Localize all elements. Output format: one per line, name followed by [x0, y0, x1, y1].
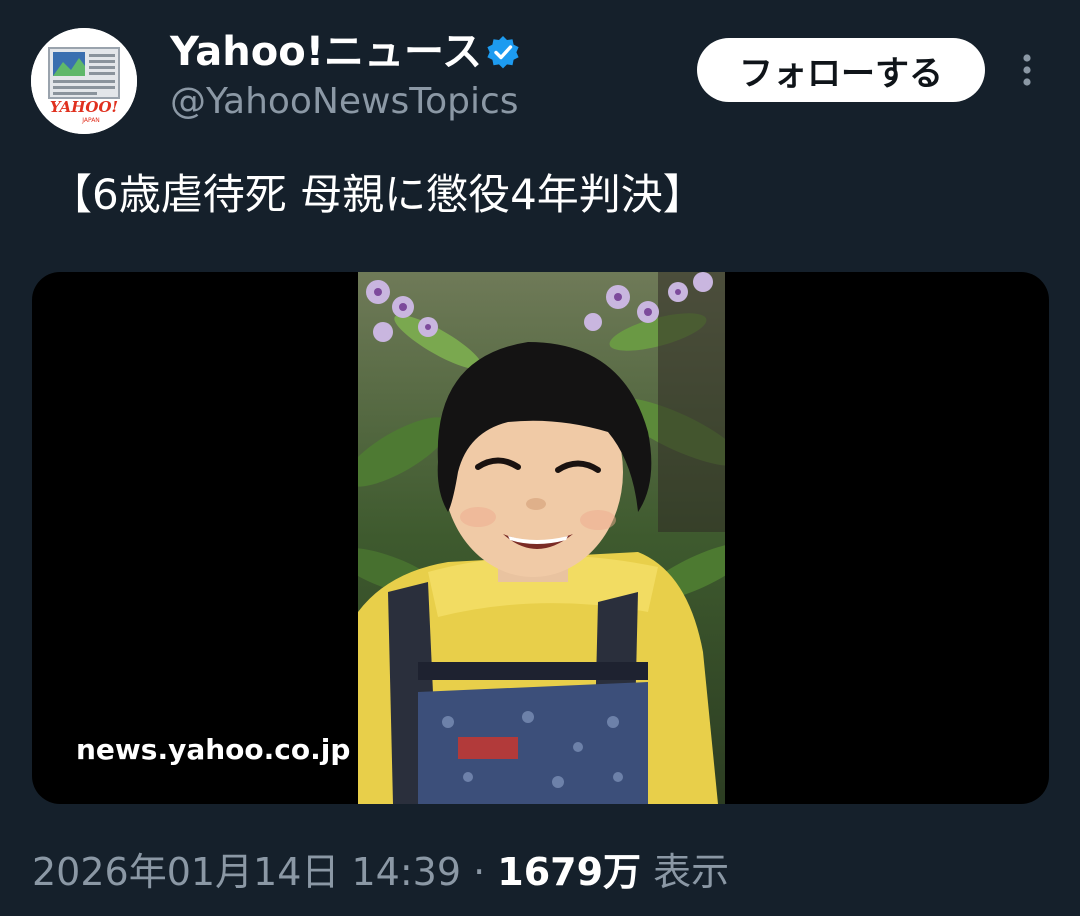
author-handle[interactable]: @YahooNewsTopics	[170, 80, 519, 124]
avatar-logo-subtext: JAPAN	[81, 117, 100, 124]
meta-separator: ·	[461, 850, 498, 894]
more-options-icon[interactable]	[1010, 50, 1044, 90]
verified-badge-icon	[484, 34, 522, 72]
author-avatar[interactable]: YAHOO! JAPAN	[31, 28, 137, 134]
views-count: 1679万	[497, 850, 642, 894]
child-photo[interactable]	[358, 272, 725, 804]
tweet-text: 【6歳虐待死 母親に懲役4年判決】	[50, 170, 705, 219]
tweet-meta: 2026年01月14日 14:39 · 1679万 表示	[32, 846, 729, 898]
author-display-name[interactable]: Yahoo!ニュース	[170, 28, 482, 76]
tweet-timestamp[interactable]: 2026年01月14日 14:39	[32, 850, 461, 894]
views-label: 表示	[641, 850, 730, 894]
avatar-logo-text: YAHOO!	[50, 98, 118, 116]
follow-button[interactable]: フォローする	[697, 38, 985, 102]
media-domain-label[interactable]: news.yahoo.co.jp	[76, 732, 350, 768]
media-card[interactable]: news.yahoo.co.jp	[32, 272, 1049, 804]
